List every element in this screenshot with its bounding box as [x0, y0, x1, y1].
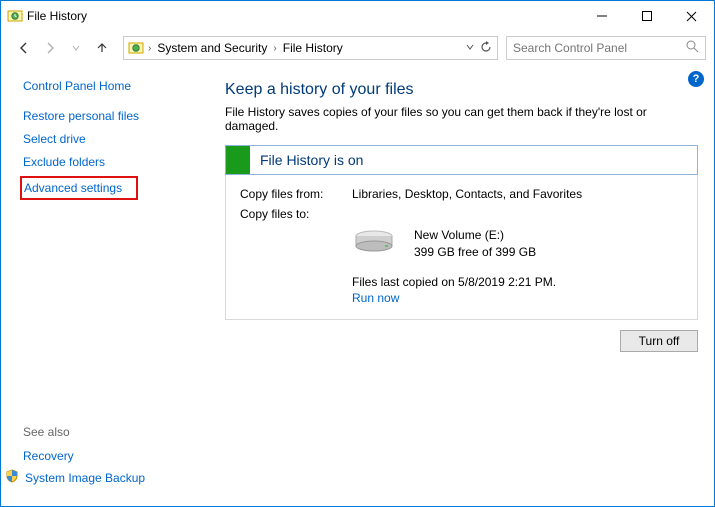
system-image-backup-link[interactable]: System Image Backup	[5, 469, 145, 486]
select-drive-link[interactable]: Select drive	[23, 132, 211, 146]
file-history-icon	[7, 8, 23, 24]
turn-off-button[interactable]: Turn off	[620, 330, 698, 352]
chevron-right-icon[interactable]: ›	[146, 43, 153, 54]
see-also-label: See also	[23, 425, 145, 439]
breadcrumb-seg-system-security[interactable]: System and Security	[153, 41, 271, 55]
recent-locations-button[interactable]	[65, 37, 87, 59]
forward-button[interactable]	[39, 37, 61, 59]
advanced-settings-highlight: Advanced settings	[20, 176, 138, 200]
status-label: File History is on	[250, 152, 363, 168]
copy-from-value: Libraries, Desktop, Contacts, and Favori…	[352, 187, 683, 201]
shield-icon	[5, 469, 19, 486]
system-image-backup-label: System Image Backup	[25, 471, 145, 485]
breadcrumb-icon	[128, 40, 144, 56]
recovery-link[interactable]: Recovery	[23, 449, 145, 463]
maximize-button[interactable]	[624, 2, 669, 31]
refresh-icon[interactable]	[479, 40, 493, 57]
main-panel: Keep a history of your files File Histor…	[211, 65, 714, 506]
sidebar-bottom: See also Recovery System Image Backup	[23, 425, 145, 492]
titlebar: File History	[1, 1, 714, 31]
page-heading: Keep a history of your files	[225, 81, 698, 99]
content-area: ? Control Panel Home Restore personal fi…	[1, 65, 714, 506]
up-button[interactable]	[91, 37, 113, 59]
recovery-label: Recovery	[23, 449, 74, 463]
window-controls	[579, 2, 714, 31]
exclude-folders-link[interactable]: Exclude folders	[23, 155, 211, 169]
chevron-right-icon[interactable]: ›	[271, 43, 278, 54]
run-now-link[interactable]: Run now	[352, 291, 683, 305]
search-icon[interactable]	[686, 40, 699, 56]
detail-box: Copy files from: Libraries, Desktop, Con…	[225, 175, 698, 320]
drive-free-space: 399 GB free of 399 GB	[414, 244, 536, 261]
hard-drive-icon	[352, 228, 396, 259]
breadcrumb-dropdown-icon[interactable]	[465, 41, 475, 55]
search-input[interactable]	[513, 41, 673, 55]
drive-name: New Volume (E:)	[414, 227, 536, 244]
restore-personal-files-link[interactable]: Restore personal files	[23, 109, 211, 123]
close-button[interactable]	[669, 2, 714, 31]
advanced-settings-link[interactable]: Advanced settings	[24, 181, 130, 195]
copy-from-label: Copy files from:	[240, 187, 352, 201]
minimize-button[interactable]	[579, 2, 624, 31]
back-button[interactable]	[13, 37, 35, 59]
breadcrumb[interactable]: › System and Security › File History	[123, 36, 498, 60]
navbar: › System and Security › File History	[1, 31, 714, 65]
control-panel-home-link[interactable]: Control Panel Home	[23, 79, 211, 93]
search-box[interactable]	[506, 36, 706, 60]
last-copied-text: Files last copied on 5/8/2019 2:21 PM.	[352, 275, 683, 289]
status-indicator-icon	[226, 146, 250, 174]
breadcrumb-seg-file-history[interactable]: File History	[279, 41, 347, 55]
copy-to-label: Copy files to:	[240, 207, 352, 221]
file-history-window: File History	[0, 0, 715, 507]
page-description: File History saves copies of your files …	[225, 105, 698, 133]
status-box: File History is on	[225, 145, 698, 175]
window-title: File History	[27, 9, 87, 23]
drive-block: New Volume (E:) 399 GB free of 399 GB	[352, 227, 683, 261]
sidebar: Control Panel Home Restore personal file…	[1, 65, 211, 506]
